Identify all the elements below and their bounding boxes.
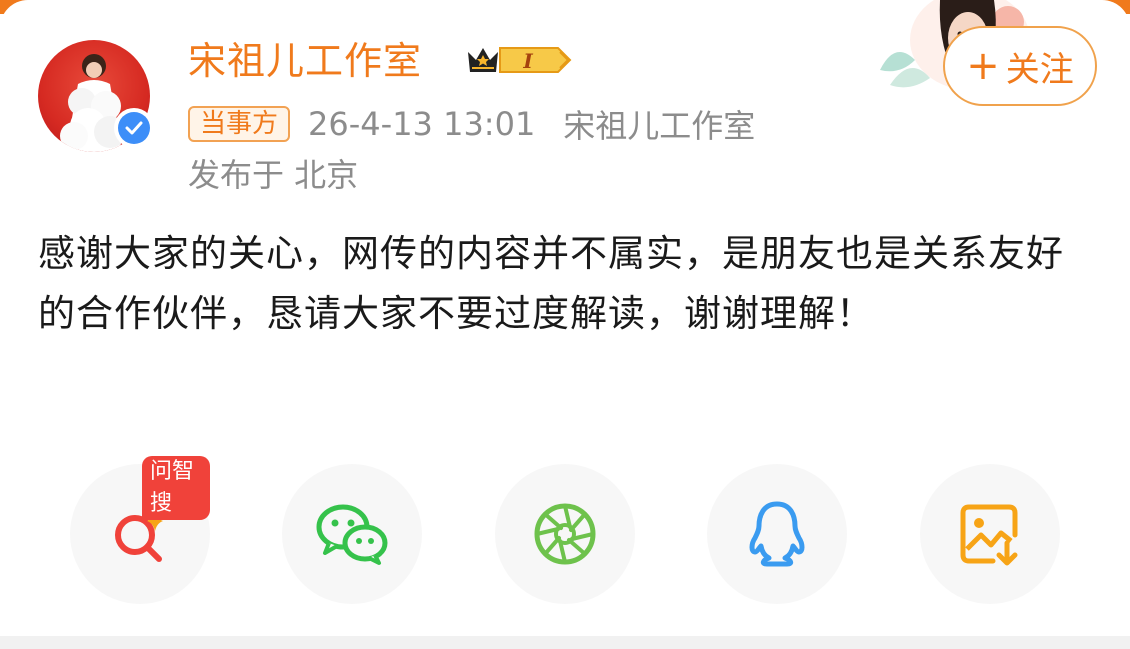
- qq-icon: [749, 501, 805, 567]
- follow-button[interactable]: + 关注: [943, 26, 1097, 106]
- ai-search-button[interactable]: 问智搜: [70, 456, 210, 604]
- qq-share-button[interactable]: [707, 464, 847, 604]
- party-badge: 当事方: [188, 106, 291, 142]
- moments-share-button[interactable]: [495, 464, 635, 604]
- save-image-button[interactable]: [920, 464, 1060, 604]
- wechat-icon: [316, 504, 388, 565]
- svg-text:I: I: [522, 49, 533, 73]
- crown-icon: I: [468, 47, 572, 73]
- wechat-share-button[interactable]: [282, 464, 422, 604]
- post-card: 宋祖儿工作室 I 当事方 26-4-13 13:01 宋祖儿工作室 发布于 北京…: [0, 0, 1130, 636]
- share-bar: 问智搜: [70, 456, 1070, 604]
- moments-icon: [534, 503, 596, 565]
- post-source: 宋祖儿工作室: [563, 107, 756, 145]
- post-timestamp: 26-4-13 13:01: [308, 105, 536, 143]
- author-name[interactable]: 宋祖儿工作室: [188, 36, 422, 86]
- save-image-icon: [960, 504, 1018, 566]
- rank-badge[interactable]: I: [466, 42, 576, 78]
- ai-search-tag: 问智搜: [142, 456, 210, 520]
- post-content: 感谢大家的关心，网传的内容并不属实，是朋友也是关系友好的合作伙伴，恳请大家不要过…: [38, 232, 1064, 335]
- verified-icon: [114, 108, 154, 148]
- post-location: 发布于 北京: [188, 156, 359, 194]
- post-meta: 当事方 26-4-13 13:01 宋祖儿工作室: [188, 104, 756, 145]
- follow-label: 关注: [1005, 49, 1074, 90]
- plus-icon: +: [966, 43, 1000, 89]
- footer-divider: [0, 636, 1130, 649]
